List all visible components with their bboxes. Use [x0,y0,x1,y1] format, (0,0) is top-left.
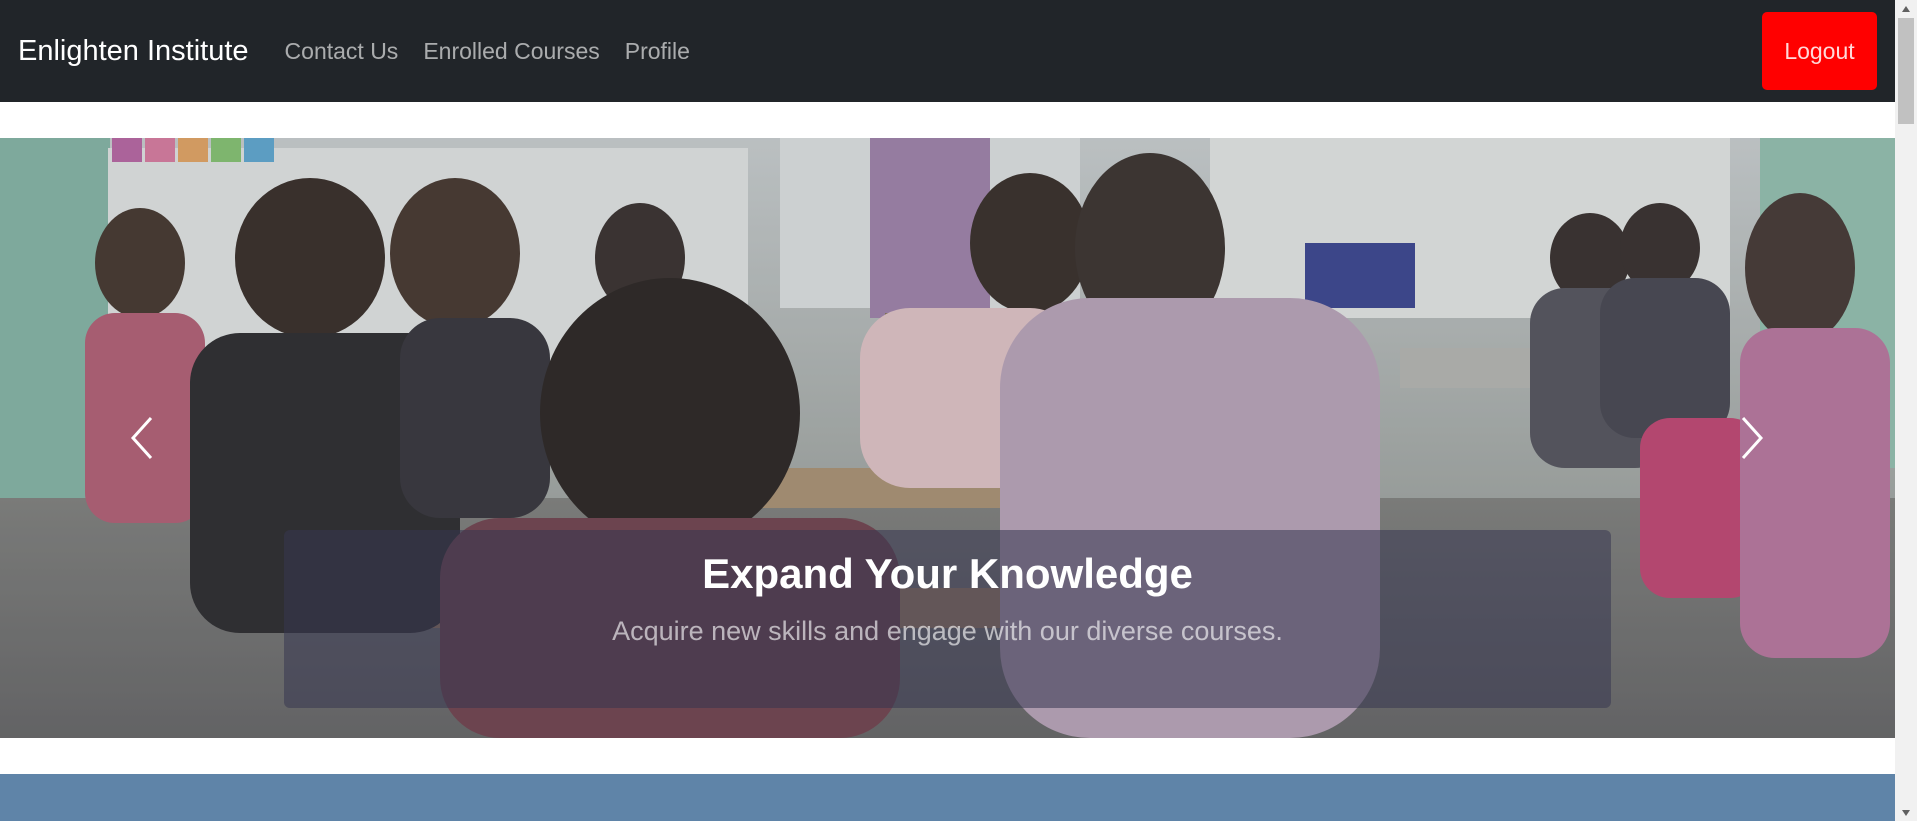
navbar: Enlighten Institute Contact Us Enrolled … [0,0,1895,102]
nav-link-profile[interactable]: Profile [625,38,690,65]
nav-link-contact-us[interactable]: Contact Us [285,38,399,65]
carousel-prev-button[interactable] [112,402,172,474]
chevron-left-icon [130,416,153,460]
carousel-next-button[interactable] [1722,402,1782,474]
caret-up-icon [1902,5,1910,12]
caption-text: Acquire new skills and engage with our d… [612,616,1283,646]
scroll-down-button[interactable] [1895,804,1917,821]
scroll-up-button[interactable] [1895,0,1917,17]
content-section [0,774,1895,821]
logout-button[interactable]: Logout [1762,12,1877,90]
hero-carousel: Expand Your Knowledge Acquire new skills… [0,138,1895,738]
page-scrollbar[interactable] [1895,0,1917,821]
page: Enlighten Institute Contact Us Enrolled … [0,0,1917,821]
caption-title: Expand Your Knowledge [702,550,1193,597]
carousel-caption: Expand Your Knowledge Acquire new skills… [284,530,1611,708]
scrollbar-thumb[interactable] [1898,18,1914,124]
nav-link-enrolled-courses[interactable]: Enrolled Courses [423,38,599,65]
brand-link[interactable]: Enlighten Institute [18,35,249,68]
caret-down-icon [1902,809,1910,816]
chevron-right-icon [1741,416,1764,460]
